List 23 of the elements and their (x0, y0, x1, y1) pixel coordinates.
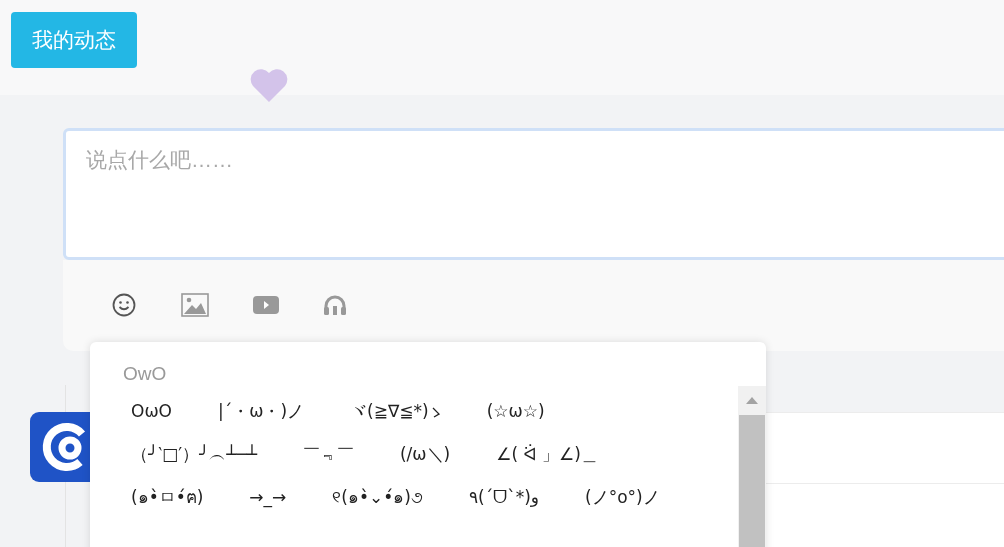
emoticon[interactable]: |´・ω・)ノ (205, 396, 318, 427)
emoticon[interactable]: ヾ(≧∇≦*) (337, 396, 454, 427)
emoticon[interactable]: （╯‵□′）╯︵┴─┴ (118, 439, 270, 470)
emoticon[interactable]: ∠( ᐛ 」∠)＿ (483, 439, 611, 470)
smiley-icon[interactable] (111, 291, 137, 318)
scrollbar[interactable] (738, 386, 766, 547)
emoticon[interactable]: ￣﹃￣ (289, 439, 367, 470)
panel-title: OwO (123, 362, 167, 386)
video-icon[interactable] (253, 294, 279, 315)
emoticon[interactable]: OωO (118, 396, 185, 427)
emoticon[interactable]: ୧(๑•̀⌄•́๑)૭ (319, 482, 436, 513)
emoticon[interactable]: ٩(ˊᗜˋ*)و (455, 482, 553, 513)
image-icon[interactable] (181, 292, 209, 317)
emoticon[interactable]: →_→ (236, 482, 300, 513)
heart-icon (249, 67, 289, 103)
emoticon[interactable]: (☆ω☆) (473, 396, 558, 427)
post-input-field[interactable]: 说点什么吧…… (63, 128, 1004, 260)
emoticon[interactable]: (/ω＼) (386, 439, 464, 470)
scroll-up-icon[interactable] (746, 396, 758, 404)
emoticon[interactable]: (๑•̀ㅁ•́ฅ) (118, 482, 217, 513)
emoticon[interactable]: (ノ°ο°)ノ (572, 482, 673, 513)
headphones-icon[interactable] (323, 293, 347, 316)
kana-mark-icon (430, 405, 441, 418)
